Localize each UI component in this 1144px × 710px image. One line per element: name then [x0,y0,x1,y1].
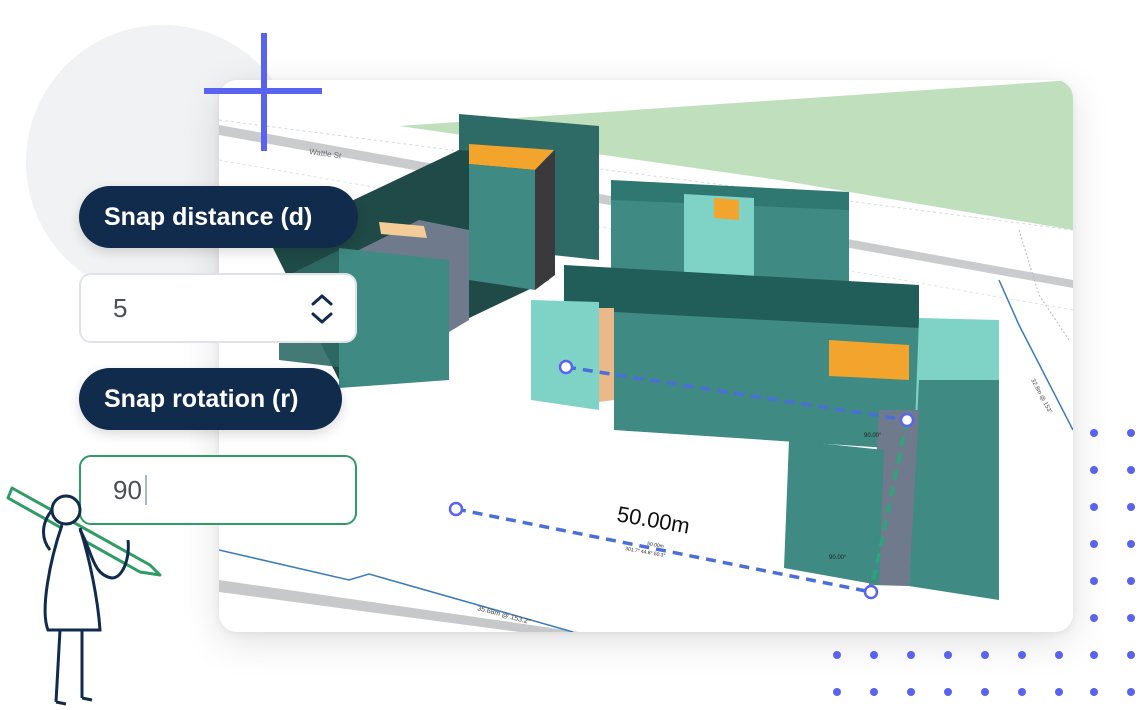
dot [1018,688,1026,696]
dot [1055,688,1063,696]
person-with-pencil-illustration [6,486,162,706]
dot [1018,651,1026,659]
dot [1127,651,1135,659]
site-scene[interactable]: Wattle St 35.68m @ 153.2° 32.8m @ 153° 5… [219,80,1073,632]
measure-handle[interactable] [863,584,879,600]
dot [907,688,915,696]
angle-label: 90.00° [829,555,847,561]
dot [1090,688,1098,696]
3d-viewport[interactable]: Wattle St 35.68m @ 153.2° 32.8m @ 153° 5… [219,80,1073,632]
dot [870,651,878,659]
dot [1090,540,1098,548]
dot [870,688,878,696]
dot [1090,614,1098,622]
snap-distance-label: Snap distance (d) [79,186,358,248]
dot [1090,503,1098,511]
snap-rotation-label: Snap rotation (r) [79,368,342,430]
measure-handle[interactable] [448,501,464,517]
dot [1127,540,1135,548]
dot [1127,429,1135,437]
angle-label: 90.00° [864,433,882,439]
dot [944,651,952,659]
dot [1090,466,1098,474]
dot [1127,577,1135,585]
dot [907,651,915,659]
dot [1127,503,1135,511]
dot [1090,429,1098,437]
chevron-up-down-icon[interactable] [309,291,335,327]
building-c[interactable] [531,265,919,450]
dot [981,651,989,659]
measure-handle[interactable] [899,412,915,428]
measurement-sub-label: 50.00m [647,541,664,550]
measurement-label: 50.00m [615,501,692,538]
dot [1055,651,1063,659]
dot [944,688,952,696]
dot [1127,688,1135,696]
dot [1090,577,1098,585]
crosshair-icon [204,33,322,151]
dot [833,688,841,696]
measure-handle[interactable] [558,359,574,375]
snap-distance-input[interactable]: 5 [79,273,357,343]
dot [1127,466,1135,474]
dot [981,688,989,696]
dot [1090,651,1098,659]
dot [833,651,841,659]
dot [1127,614,1135,622]
snap-distance-value: 5 [113,292,128,323]
site-boundary [998,279,1073,431]
